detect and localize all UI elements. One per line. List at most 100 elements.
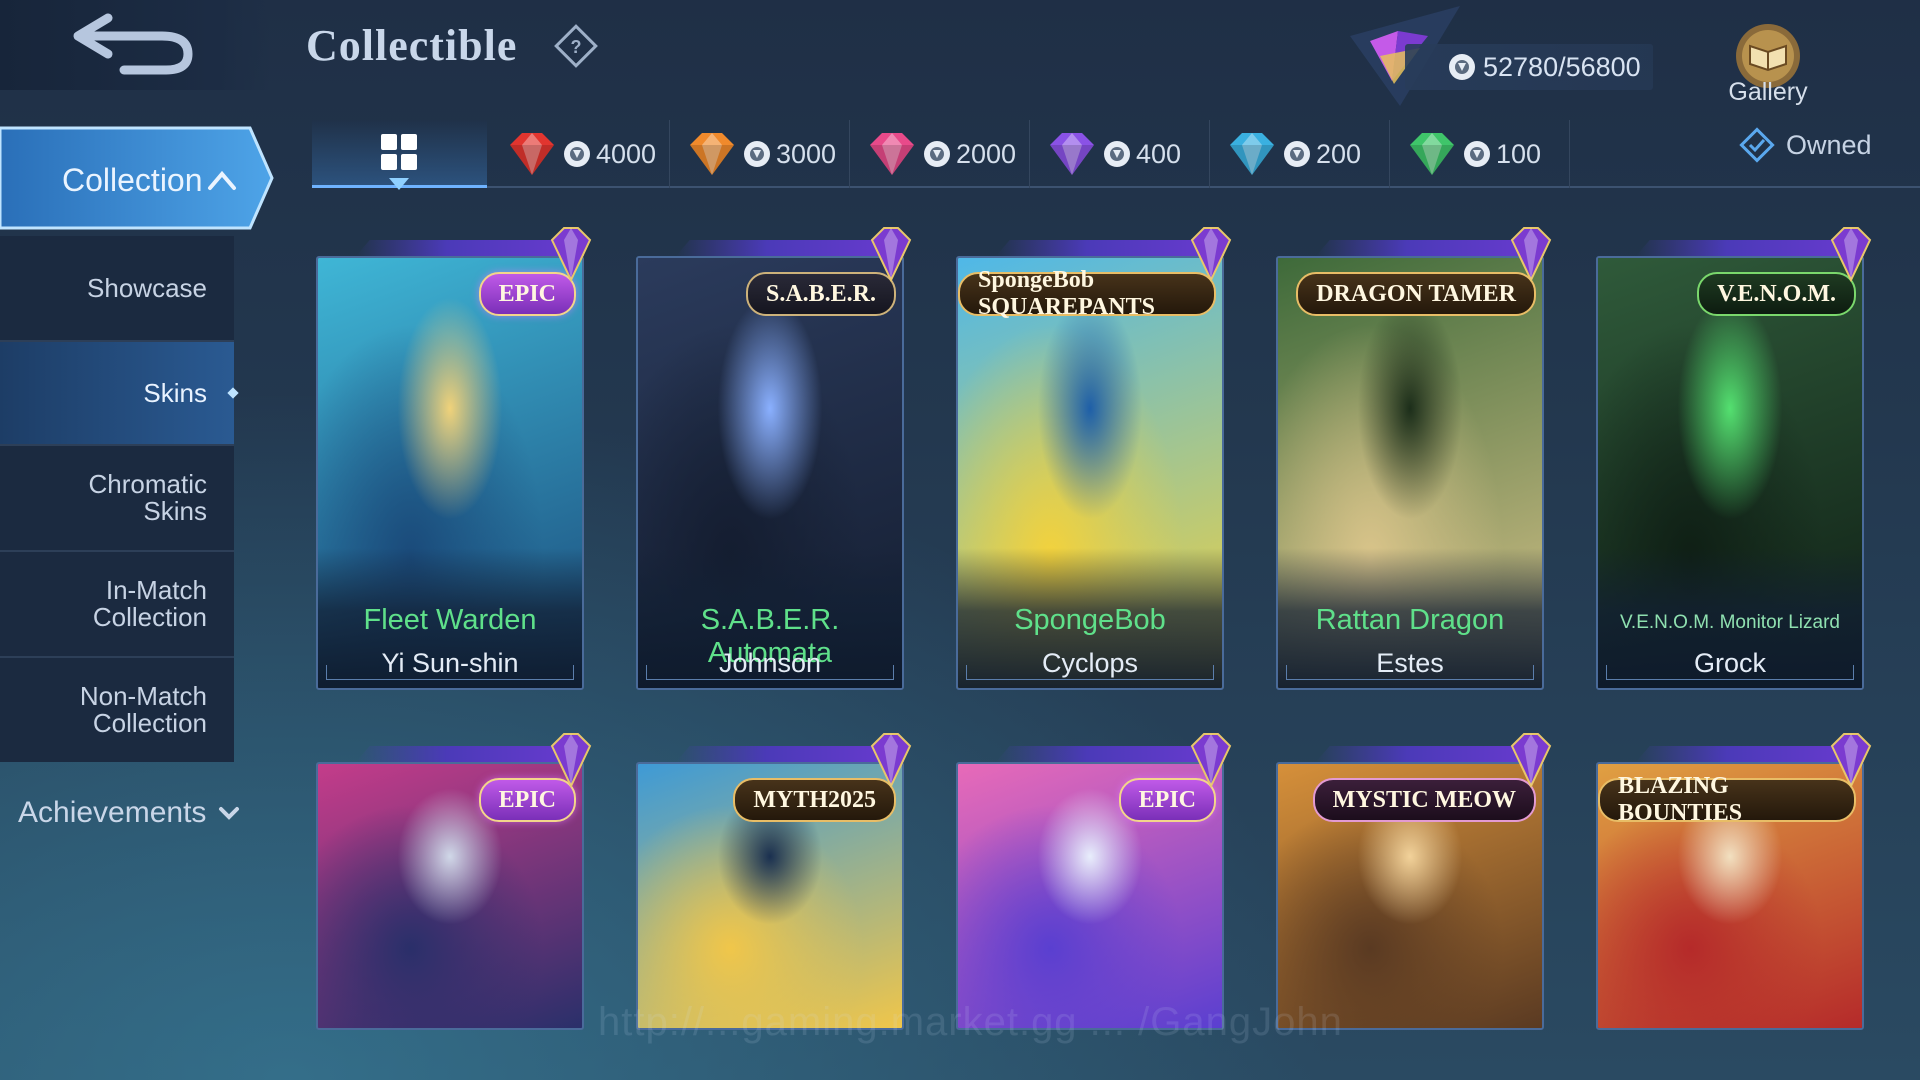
sidebar-item-label: Chromatic Skins (88, 469, 207, 526)
tab-gem-100[interactable]: 100 (1390, 120, 1570, 188)
skin-name: V.E.N.O.M. Monitor Lizard (1620, 612, 1840, 633)
points-value: 52780/56800 (1483, 51, 1641, 82)
rarity-gem-icon (870, 227, 912, 282)
help-button[interactable]: ? (554, 24, 598, 68)
sidebar-achievements[interactable]: Achievements (18, 796, 240, 830)
sidebar-item-label: Non-Match Collection (79, 681, 207, 738)
rarity-gem-icon (550, 733, 592, 788)
rarity-gem-icon (1190, 227, 1232, 282)
series-badge: SpongeBob SQUAREPANTS (958, 267, 1216, 320)
gem-icon (690, 133, 734, 175)
card-frame: BLAZING BOUNTIES (1596, 762, 1864, 1030)
skin-card[interactable]: EPIC (956, 733, 1232, 1030)
skin-name: Fleet Warden (363, 604, 537, 636)
owned-checkbox-icon (1739, 127, 1775, 163)
skin-card[interactable]: SpongeBob SQUAREPANTS SpongeBob Cyclops (956, 227, 1232, 690)
sidebar-item-chromatic-skins[interactable]: Chromatic Skins (0, 446, 234, 550)
sidebar-item-in-match-collection[interactable]: In-Match Collection (0, 552, 234, 656)
grid-icon (381, 134, 417, 170)
coin-icon (924, 141, 950, 167)
card-frame: EPIC (316, 762, 584, 1030)
skin-card[interactable]: MYSTIC MEOW (1276, 733, 1552, 1030)
tab-value: 100 (1496, 138, 1542, 169)
achievements-label: Achievements (18, 796, 207, 829)
sidebar-collection-label: Collection (62, 162, 203, 198)
card-frame: SpongeBob SQUAREPANTS SpongeBob Cyclops (956, 256, 1224, 690)
skin-card[interactable]: EPIC Fleet Warden Yi Sun-shin (316, 227, 592, 690)
sidebar-item-non-match-collection[interactable]: Non-Match Collection (0, 658, 234, 762)
tab-all[interactable] (312, 120, 487, 190)
card-frame: MYTH2025 (636, 762, 904, 1030)
card-bottom-frame (1286, 665, 1534, 680)
card-bottom-frame (646, 665, 894, 680)
tab-gem-2000[interactable]: 2000 (850, 120, 1030, 188)
skin-name: Rattan Dragon (1315, 604, 1505, 636)
tab-value: 2000 (956, 138, 1017, 169)
sidebar-item-label: In-Match Collection (92, 575, 207, 632)
gem-icon (1050, 133, 1094, 175)
card-frame: MYSTIC MEOW (1276, 762, 1544, 1030)
series-badge: DRAGON TAMER (1296, 272, 1536, 316)
tab-value: 200 (1316, 138, 1362, 169)
coin-icon (1284, 141, 1310, 167)
sidebar-item-label: Showcase (87, 272, 207, 303)
card-frame: S.A.B.E.R. S.A.B.E.R. Automata Johnson (636, 256, 904, 690)
card-bottom-frame (326, 665, 574, 680)
card-frame: V.E.N.O.M. V.E.N.O.M. Monitor Lizard Grock (1596, 256, 1864, 690)
sidebar-collection[interactable]: Collection (0, 124, 274, 232)
skin-card[interactable]: EPIC (316, 733, 592, 1030)
tab-gem-3000[interactable]: 3000 (670, 120, 850, 188)
card-bottom-frame (1606, 665, 1854, 680)
back-arrow-icon (73, 13, 193, 75)
rarity-gem-icon (1830, 733, 1872, 788)
owned-filter[interactable]: Owned (1738, 126, 1872, 164)
coin-icon (1104, 141, 1130, 167)
gem-icon (1230, 133, 1274, 175)
rarity-gem-icon (1190, 733, 1232, 788)
gallery-label: Gallery (1728, 78, 1808, 106)
tab-active-marker-icon (389, 178, 409, 190)
gem-icon (1410, 133, 1454, 175)
sidebar-item-skins[interactable]: Skins (0, 342, 239, 444)
tab-gem-4000[interactable]: 4000 (490, 120, 670, 188)
owned-label: Owned (1786, 129, 1872, 160)
skin-card[interactable]: BLAZING BOUNTIES (1596, 733, 1872, 1030)
rarity-gem-icon (870, 733, 912, 788)
collection-points: 52780/56800 (1405, 44, 1653, 90)
tab-gem-400[interactable]: 400 (1030, 120, 1210, 188)
card-frame: EPIC (956, 762, 1224, 1030)
sidebar-item-label: Skins (143, 377, 207, 408)
tab-gem-200[interactable]: 200 (1210, 120, 1390, 188)
coin-icon (1464, 141, 1490, 167)
sidebar-item-showcase[interactable]: Showcase (0, 236, 234, 340)
watermark: http://...gaming.market.gg ... /GangJohn (598, 1000, 1343, 1044)
rarity-gem-icon (1510, 733, 1552, 788)
rarity-gem-icon (1830, 227, 1872, 282)
card-frame: EPIC Fleet Warden Yi Sun-shin (316, 256, 584, 690)
rarity-gem-icon (550, 227, 592, 282)
chevron-down-icon (219, 807, 240, 820)
gem-icon (510, 133, 554, 175)
skin-card[interactable]: S.A.B.E.R. S.A.B.E.R. Automata Johnson (636, 227, 912, 690)
skin-card[interactable]: MYTH2025 (636, 733, 912, 1030)
svg-text:?: ? (571, 37, 582, 57)
coin-icon (564, 141, 590, 167)
skin-card[interactable]: DRAGON TAMER Rattan Dragon Estes (1276, 227, 1552, 690)
tab-value: 4000 (596, 138, 657, 169)
help-icon: ? (554, 24, 598, 68)
tab-value: 3000 (776, 138, 837, 169)
back-button[interactable] (70, 10, 220, 80)
rarity-gem-icon (1510, 227, 1552, 282)
page-title: Collectible (306, 21, 518, 70)
tab-value: 400 (1136, 138, 1182, 169)
series-badge: BLAZING BOUNTIES (1598, 773, 1856, 826)
skin-card[interactable]: V.E.N.O.M. V.E.N.O.M. Monitor Lizard Grock (1596, 227, 1872, 690)
series-badge: MYSTIC MEOW (1312, 778, 1536, 822)
gem-icon (870, 133, 914, 175)
coin-icon (744, 141, 770, 167)
active-indicator-icon (227, 387, 239, 399)
skin-name: SpongeBob (1014, 604, 1166, 636)
gallery-button[interactable]: Gallery (1722, 18, 1814, 114)
card-bottom-frame (966, 665, 1214, 680)
collection-coin-icon (1449, 54, 1475, 80)
